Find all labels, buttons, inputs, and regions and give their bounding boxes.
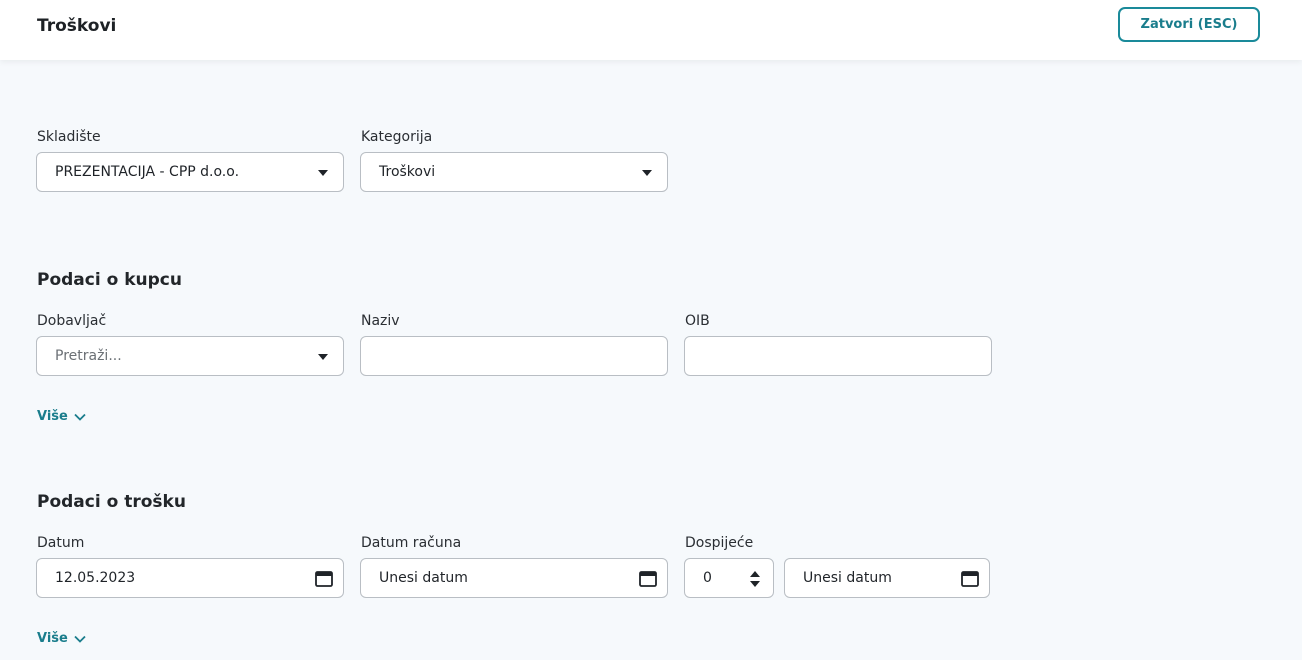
invoice-date-placeholder: Unesi datum bbox=[379, 570, 468, 586]
due-label: Dospijeće bbox=[685, 535, 754, 551]
date-input-value: 12.05.2023 bbox=[55, 570, 136, 586]
expense-more-toggle[interactable]: Više bbox=[37, 631, 86, 646]
warehouse-select[interactable]: PREZENTACIJA - CPP d.o.o. bbox=[36, 152, 344, 192]
category-label: Kategorija bbox=[361, 129, 433, 145]
caret-down-icon bbox=[642, 170, 652, 176]
due-date-input[interactable]: Unesi datum bbox=[784, 558, 990, 598]
calendar-icon[interactable] bbox=[961, 570, 979, 587]
warehouse-label: Skladište bbox=[37, 129, 101, 145]
oib-label: OIB bbox=[685, 313, 710, 329]
page-title: Troškovi bbox=[37, 16, 117, 36]
caret-down-icon bbox=[318, 170, 328, 176]
spinner-arrows-icon[interactable] bbox=[749, 569, 761, 589]
warehouse-select-value: PREZENTACIJA - CPP d.o.o. bbox=[55, 164, 240, 180]
invoice-date-input[interactable]: Unesi datum bbox=[360, 558, 668, 598]
caret-down-icon bbox=[318, 354, 328, 360]
name-input[interactable] bbox=[360, 336, 668, 376]
due-days-input[interactable]: 0 bbox=[684, 558, 774, 598]
supplier-label: Dobavljač bbox=[37, 313, 107, 329]
supplier-select[interactable]: Pretraži... bbox=[36, 336, 344, 376]
more-label: Više bbox=[37, 631, 68, 646]
expense-section-title: Podaci o trošku bbox=[37, 492, 186, 512]
chevron-down-icon bbox=[74, 413, 86, 421]
top-bar: Troškovi Zatvori (ESC) bbox=[0, 0, 1302, 60]
due-days-value: 0 bbox=[703, 570, 712, 586]
oib-input[interactable] bbox=[684, 336, 992, 376]
calendar-icon[interactable] bbox=[639, 570, 657, 587]
date-label: Datum bbox=[37, 535, 85, 551]
chevron-down-icon bbox=[74, 635, 86, 643]
date-input[interactable]: 12.05.2023 bbox=[36, 558, 344, 598]
category-select-value: Troškovi bbox=[379, 164, 436, 180]
calendar-icon[interactable] bbox=[315, 570, 333, 587]
invoice-date-label: Datum računa bbox=[361, 535, 462, 551]
customer-section-title: Podaci o kupcu bbox=[37, 270, 182, 290]
customer-more-toggle[interactable]: Više bbox=[37, 409, 86, 424]
name-label: Naziv bbox=[361, 313, 400, 329]
close-button[interactable]: Zatvori (ESC) bbox=[1118, 7, 1260, 42]
category-select[interactable]: Troškovi bbox=[360, 152, 668, 192]
supplier-search-placeholder: Pretraži... bbox=[55, 348, 122, 364]
due-date-placeholder: Unesi datum bbox=[803, 570, 892, 586]
more-label: Više bbox=[37, 409, 68, 424]
